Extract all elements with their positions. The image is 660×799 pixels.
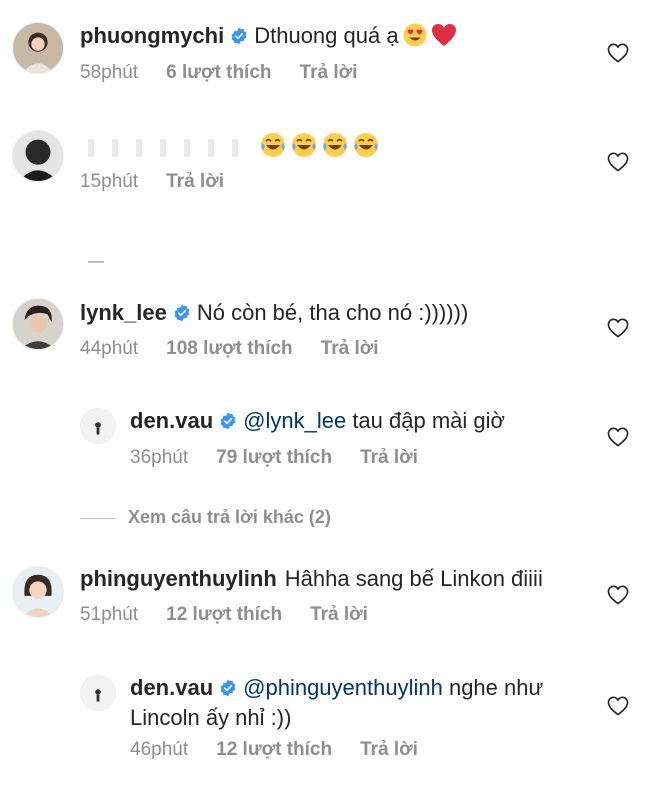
comment-time: 46phút [130,739,189,760]
tears-of-joy-emoji-icon [354,133,378,157]
verified-badge-icon [174,304,190,322]
comment-time: 36phút [130,447,189,468]
reply-button[interactable]: Trả lời [310,604,368,625]
avatar[interactable] [12,22,64,74]
comment-time: 44phút [80,338,139,359]
comment-username[interactable]: den.vau [130,408,213,433]
red-heart-emoji-icon [431,24,456,46]
comment-likes[interactable]: 6 lượt thích [166,62,271,83]
comment-text: Hâhha sang bế Linkon điiii [284,566,543,591]
avatar[interactable] [80,675,116,711]
tears-of-joy-emoji-icon [292,133,316,157]
divider-mark [88,261,104,263]
reply-button[interactable]: Trả lời [360,739,418,760]
like-heart-icon[interactable] [607,152,629,172]
like-heart-icon[interactable] [607,43,629,63]
comment-time: 58phút [80,62,139,83]
comment-text: Dthuong quá ạ [254,23,399,48]
reply-button[interactable]: Trả lời [300,62,358,83]
comment-likes[interactable]: 79 lượt thích [216,447,332,468]
view-more-replies-label: Xem câu trả lời khác (2) [128,507,331,527]
view-more-replies-button[interactable]: Xem câu trả lời khác (2) [80,506,331,528]
comment-likes[interactable]: 12 lượt thích [216,739,332,760]
reply-button[interactable]: Trả lời [360,447,418,468]
comment-username[interactable] [80,139,250,158]
divider-line [80,517,116,519]
like-heart-icon[interactable] [607,696,629,716]
heart-eyes-emoji-icon [403,23,427,47]
reply-button[interactable]: Trả lời [321,338,379,359]
tears-of-joy-emoji-icon [261,133,285,157]
verified-badge-icon [220,679,236,697]
avatar[interactable] [12,566,64,618]
comment-username[interactable]: phuongmychi [80,23,224,48]
like-heart-icon[interactable] [607,318,629,338]
avatar[interactable] [80,408,116,444]
avatar[interactable] [12,298,64,350]
like-heart-icon[interactable] [607,427,629,447]
comment-username[interactable]: lynk_lee [80,300,167,325]
comment-text: nghe như [442,675,544,700]
comment-username[interactable]: phinguyenthuylinh [80,566,277,591]
mention-link[interactable]: @lynk_lee [243,408,346,433]
comment-username[interactable]: den.vau [130,675,213,700]
comment-time: 51phút [80,604,139,625]
comment-text: Nó còn bé, tha cho nó :)))))) [196,300,469,325]
verified-badge-icon [231,27,247,45]
comment-likes[interactable]: 12 lượt thích [166,604,282,625]
comment-text-continued: Lincoln ấy nhỉ :)) [130,705,292,730]
comment-time: 15phút [80,171,139,192]
reply-button[interactable]: Trả lời [166,171,224,192]
comment-likes[interactable]: 108 lượt thích [166,338,293,359]
avatar[interactable] [12,130,64,182]
comment-text: tau đập mài giờ [346,408,505,433]
like-heart-icon[interactable] [607,585,629,605]
mention-link[interactable]: @phinguyenthuylinh [243,675,443,700]
tears-of-joy-emoji-icon [323,133,347,157]
verified-badge-icon [220,412,236,430]
